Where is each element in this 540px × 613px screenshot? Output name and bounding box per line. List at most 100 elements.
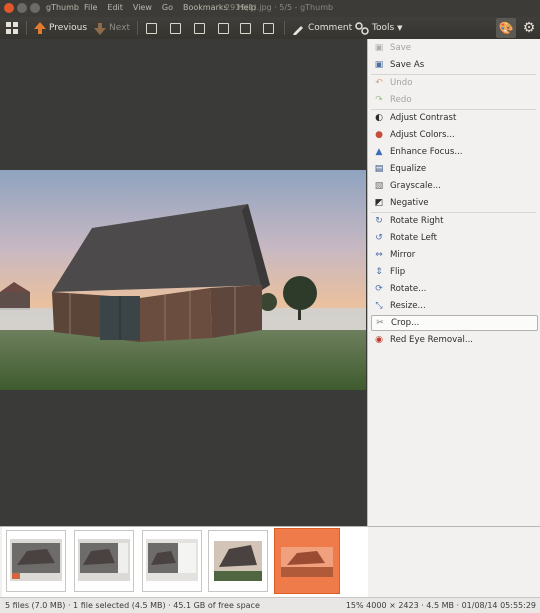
menu-item-adjust-colors[interactable]: ● Adjust Colors... <box>371 127 538 143</box>
menu-item-equalize[interactable]: ▤ Equalize <box>371 161 538 177</box>
palette-icon: 🎨 <box>498 21 514 35</box>
menu-go[interactable]: Go <box>162 3 173 12</box>
fullscreen-icon <box>240 22 251 34</box>
menu-item-rotate-left[interactable]: ↺ Rotate Left <box>371 230 538 246</box>
window-titlebar: gThumb File Edit View Go Bookmarks Help … <box>0 0 540 17</box>
comment-button[interactable]: Comment <box>292 17 352 39</box>
maximize-window-button[interactable] <box>30 3 40 13</box>
menu-item-label: Equalize <box>390 164 427 174</box>
rotate-right-icon: ↻ <box>375 216 383 226</box>
thumbnail-list <box>2 527 368 597</box>
thumbnail-selected[interactable] <box>274 528 340 594</box>
fullscreen-button[interactable] <box>240 17 251 39</box>
app-name: gThumb <box>46 3 79 12</box>
menu-file[interactable]: File <box>84 3 97 12</box>
fit-button[interactable] <box>170 17 181 39</box>
menu-edit[interactable]: Edit <box>107 3 123 12</box>
mirror-icon: ⇔ <box>375 250 383 260</box>
menu-item-label: Grayscale... <box>390 181 441 191</box>
status-left: 5 files (7.0 MB) · 1 file selected (4.5 … <box>5 601 260 610</box>
menu-item-redo[interactable]: ↷ Redo <box>371 92 538 108</box>
menu-item-crop[interactable]: ✂ Crop... <box>371 315 538 331</box>
thumbnail-strip <box>0 526 540 597</box>
slideshow-button[interactable] <box>146 17 157 39</box>
next-label: Next <box>109 23 130 33</box>
gear-icon: ⚙ <box>522 20 536 36</box>
menu-item-label: Save As <box>390 60 425 70</box>
status-right: 15% 4000 × 2423 · 4.5 MB · 01/08/14 05:5… <box>345 601 536 610</box>
menu-item-label: Red Eye Removal... <box>390 335 474 345</box>
thumbnail[interactable] <box>74 530 134 592</box>
equalize-icon: ▤ <box>374 164 384 174</box>
properties-icon <box>218 22 229 34</box>
zoom-button[interactable] <box>194 17 205 39</box>
menu-item-red-eye-removal[interactable]: ◉ Red Eye Removal... <box>371 332 538 348</box>
menu-item-flip[interactable]: ⇕ Flip <box>371 264 538 280</box>
redo-icon: ↷ <box>375 95 383 105</box>
grid-icon <box>6 22 18 34</box>
statusbar: 5 files (7.0 MB) · 1 file selected (4.5 … <box>0 597 540 613</box>
thumbnail[interactable] <box>6 530 66 592</box>
zoom-icon <box>194 22 205 34</box>
menu-item-label: Negative <box>390 198 429 208</box>
menu-item-mirror[interactable]: ⇔ Mirror <box>371 247 538 263</box>
menu-item-label: Adjust Contrast <box>390 113 457 123</box>
menu-item-label: Flip <box>390 267 406 277</box>
arrow-up-icon <box>34 21 46 34</box>
main-toolbar: Previous Next Comment Tools ▼ 🎨 ⚙ <box>0 17 540 39</box>
menu-item-adjust-contrast[interactable]: ◐ Adjust Contrast <box>371 110 538 126</box>
menu-view[interactable]: View <box>133 3 152 12</box>
palette-button[interactable]: 🎨 <box>496 18 516 38</box>
next-button[interactable]: Next <box>94 17 130 39</box>
menu-item-label: Adjust Colors... <box>390 130 455 140</box>
menu-item-save-as[interactable]: ▣ Save As <box>371 57 538 73</box>
undo-icon: ↶ <box>375 78 383 88</box>
menu-item-grayscale[interactable]: ▧ Grayscale... <box>371 178 538 194</box>
menu-item-label: Mirror <box>390 250 416 260</box>
menu-item-rotate-right[interactable]: ↻ Rotate Right <box>371 213 538 229</box>
negative-icon: ◩ <box>374 198 384 208</box>
sidebar-icon <box>263 22 274 34</box>
focus-icon: ▲ <box>375 147 383 157</box>
pencil-icon <box>293 25 303 35</box>
sidebar-button[interactable] <box>263 17 274 39</box>
close-window-button[interactable] <box>4 3 14 13</box>
thumbnail[interactable] <box>208 530 268 592</box>
menu-item-enhance-focus[interactable]: ▲ Enhance Focus... <box>371 144 538 160</box>
toolbar-separator <box>26 21 27 35</box>
tools-button[interactable]: Tools ▼ <box>355 17 403 39</box>
browser-button[interactable] <box>6 17 18 39</box>
fit-icon <box>170 22 181 34</box>
menu-item-label: Redo <box>390 95 412 105</box>
previous-button[interactable]: Previous <box>34 17 87 39</box>
menu-item-save[interactable]: ▣ Save <box>371 40 538 56</box>
image-barn-photo <box>0 170 366 390</box>
menu-item-label: Rotate... <box>390 284 427 294</box>
flip-icon: ⇕ <box>375 267 383 277</box>
rotate-icon: ⟳ <box>375 284 383 294</box>
menu-item-rotate[interactable]: ⟳ Rotate... <box>371 281 538 297</box>
save-icon: ▣ <box>374 43 384 53</box>
rotate-left-icon: ↺ <box>375 233 383 243</box>
menu-item-label: Rotate Right <box>390 216 444 226</box>
tools-menu: ▣ Save ▣ Save As ↶ Undo ↷ Redo ◐ Adjust … <box>367 39 540 526</box>
grayscale-icon: ▧ <box>374 181 384 191</box>
save-as-icon: ▣ <box>374 60 384 70</box>
properties-button[interactable] <box>218 17 229 39</box>
menu-bookmarks[interactable]: Bookmarks <box>183 3 228 12</box>
toolbar-separator <box>137 21 138 35</box>
crop-icon: ✂ <box>376 318 384 328</box>
minimize-window-button[interactable] <box>17 3 27 13</box>
menu-item-label: Save <box>390 43 412 53</box>
thumbnail[interactable] <box>142 530 202 592</box>
toolbar-separator <box>284 21 285 35</box>
image-viewer[interactable] <box>0 39 366 526</box>
resize-icon: ⤡ <box>375 301 383 311</box>
menu-item-resize[interactable]: ⤡ Resize... <box>371 298 538 314</box>
menu-item-undo[interactable]: ↶ Undo <box>371 75 538 91</box>
settings-button[interactable]: ⚙ <box>520 18 538 38</box>
dropdown-arrow-icon: ▼ <box>397 24 403 32</box>
menu-item-negative[interactable]: ◩ Negative <box>371 195 538 211</box>
menu-item-label: Enhance Focus... <box>390 147 463 157</box>
tools-icon <box>355 22 369 35</box>
